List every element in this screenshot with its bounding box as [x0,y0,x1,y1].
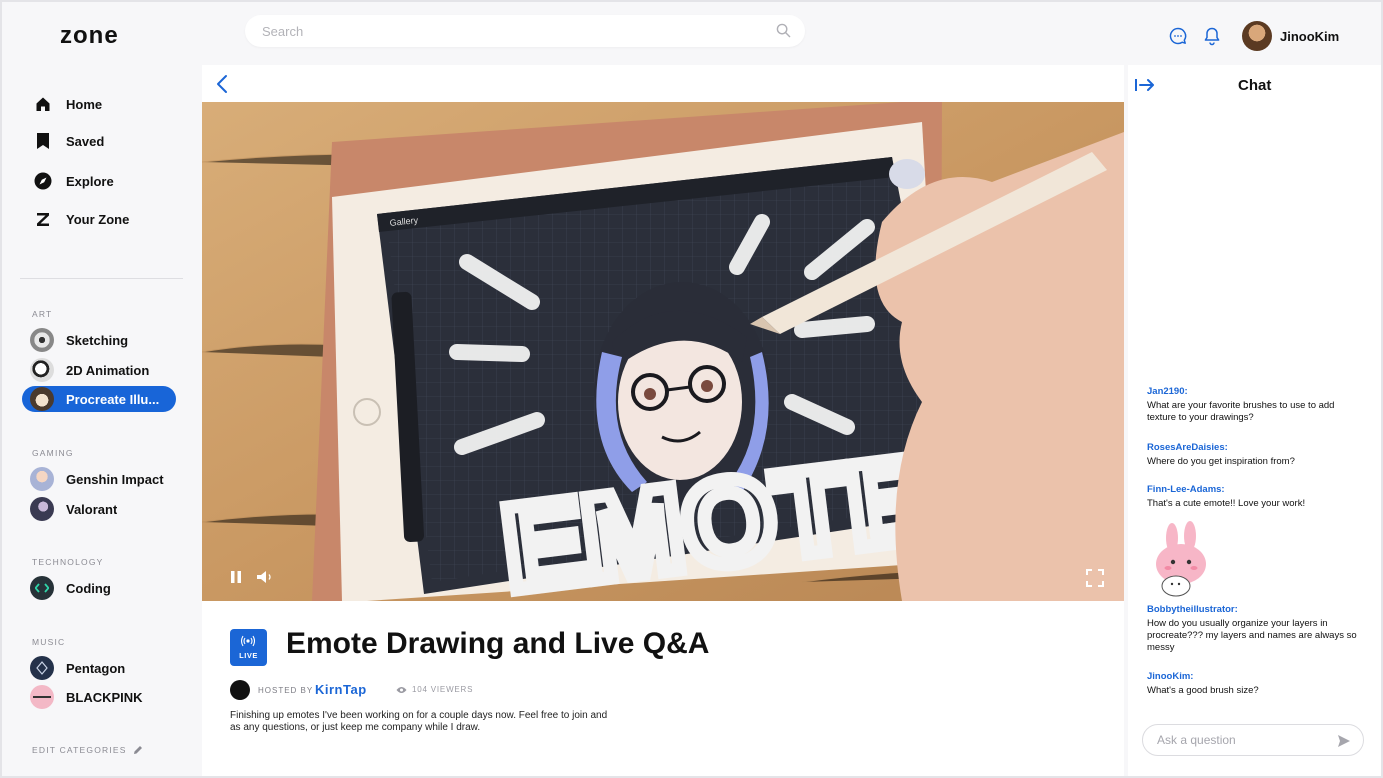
category-label: Sketching [66,332,129,348]
category-label: Genshin Impact [66,471,164,487]
category-label: 2D Animation [66,362,150,378]
chat-text: That's a cute emote!! Love your work! [1147,498,1306,509]
search-icon[interactable] [776,23,791,38]
category-label: Valorant [66,501,118,517]
chat-input[interactable] [1143,725,1323,755]
edit-categories-link[interactable]: EDIT CATEGORIES [32,745,143,755]
volume-icon[interactable] [256,570,276,584]
host-avatar[interactable] [230,680,250,700]
chat-username[interactable]: Finn-Lee-Adams: [1147,484,1365,495]
section-title-gaming: GAMING [32,448,74,458]
bookmark-icon [34,132,52,150]
messages-icon[interactable] [1168,26,1188,46]
category-thumb [30,467,54,491]
nav-label: Your Zone [66,211,130,227]
category-pentagon[interactable]: Pentagon [22,655,176,681]
chat-username[interactable]: RosesAreDaisies: [1147,442,1365,453]
chat-message: Bobbytheillustrator: How do you usually … [1147,604,1365,654]
category-label: Pentagon [66,660,126,676]
host-name-link[interactable]: KirnTap [315,682,367,697]
category-thumb [30,358,54,382]
category-thumb [30,576,54,600]
category-thumb [30,656,54,680]
category-valorant[interactable]: Valorant [22,496,176,522]
chat-message: Finn-Lee-Adams: That's a cute emote!! Lo… [1147,484,1365,510]
bell-icon[interactable] [1202,26,1222,46]
category-coding[interactable]: Coding [22,575,176,601]
video-player[interactable]: EMOTE Gallery [202,102,1124,601]
sidebar-divider [20,278,183,279]
category-sketching[interactable]: Sketching [22,327,176,353]
chat-text: What are your favorite brushes to use to… [1147,400,1335,423]
nav-your-zone[interactable]: Your Zone [34,207,129,231]
section-title-music: MUSIC [32,637,66,647]
video-frame: EMOTE Gallery [202,102,1124,601]
nav-home[interactable]: Home [34,92,102,116]
chat-text: What's a good brush size? [1147,685,1259,696]
broadcast-icon [240,635,256,647]
category-blackpink[interactable]: BLACKPINK [22,684,176,710]
category-genshin-impact[interactable]: Genshin Impact [22,466,176,492]
stream-title: Emote Drawing and Live Q&A [286,627,710,660]
main-content: EMOTE Gallery LIVE Emote Drawing and Liv… [202,65,1124,776]
home-icon [34,95,52,113]
section-title-art: ART [32,309,53,319]
eye-icon [396,686,407,693]
code-icon [35,583,49,593]
chat-username[interactable]: JinooKim: [1147,671,1365,682]
stream-description: Finishing up emotes I've been working on… [230,710,608,733]
sidebar: Home Saved Explore Your Zone ART Sketchi… [2,65,200,776]
category-label: BLACKPINK [66,689,143,705]
user-avatar[interactable] [1242,21,1272,51]
category-procreate[interactable]: Procreate Illu... [22,386,176,412]
category-thumb [30,685,54,709]
category-thumb [30,497,54,521]
viewer-count-text: 104 VIEWERS [412,685,474,694]
chat-text: How do you usually organize your layers … [1147,618,1357,653]
send-icon[interactable] [1337,734,1351,748]
zone-logo[interactable]: zone [60,22,119,50]
nav-explore[interactable]: Explore [34,169,114,193]
section-title-technology: TECHNOLOGY [32,557,104,567]
pause-icon[interactable] [230,570,242,584]
chat-text: Where do you get inspiration from? [1147,456,1295,467]
live-label: LIVE [239,651,258,660]
search-input[interactable] [245,15,745,47]
chat-message: RosesAreDaisies: Where do you get inspir… [1147,442,1365,468]
nav-label: Explore [66,173,114,189]
chat-title: Chat [1238,77,1272,94]
back-arrow-icon[interactable] [212,73,234,95]
nav-saved[interactable]: Saved [34,129,104,153]
search-bar[interactable] [245,15,805,47]
category-thumb [30,328,54,352]
chat-username[interactable]: Jan2190: [1147,386,1365,397]
hosted-by-label: HOSTED BY [258,686,314,695]
chat-panel: Chat Jan2190: What are your favorite bru… [1128,65,1381,776]
zone-z-icon [34,210,52,228]
blackpink-logo-icon [33,696,51,698]
nav-label: Home [66,96,103,112]
chat-input-box[interactable] [1142,724,1364,756]
live-badge: LIVE [230,629,267,666]
category-2d-animation[interactable]: 2D Animation [22,357,176,383]
chat-username[interactable]: Bobbytheillustrator: [1147,604,1365,615]
bunny-sticker-icon [1156,521,1206,597]
chat-message: Jan2190: What are your favorite brushes … [1147,386,1365,424]
category-label: Procreate Illu... [66,391,160,407]
username[interactable]: JinooKim [1280,29,1339,44]
category-thumb [30,387,54,411]
fullscreen-icon[interactable] [1086,569,1104,587]
pentagon-logo-icon [36,661,48,675]
category-label: Coding [66,580,111,596]
chat-message: JinooKim: What's a good brush size? [1147,671,1365,697]
compass-icon [34,172,52,190]
viewer-count: 104 VIEWERS [396,685,473,694]
edit-categories-label: EDIT CATEGORIES [32,745,127,755]
pencil-icon [133,746,142,754]
nav-label: Saved [66,133,105,149]
collapse-chat-icon[interactable] [1134,75,1156,95]
